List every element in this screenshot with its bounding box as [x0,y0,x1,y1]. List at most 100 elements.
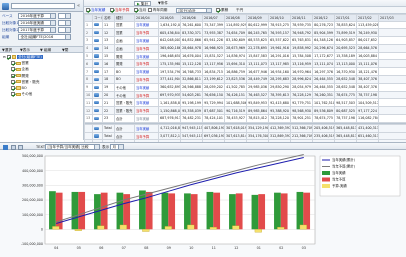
y-tick-label: 100,000,000 [22,213,43,217]
table-row[interactable]: 12 22営業・販売当年予算1,150,868,00895,358,03987,6… [84,106,406,116]
cell-value: 78,757,198 [356,90,379,100]
bar-actual [139,190,146,230]
run-button[interactable]: ▶ 集計 [134,1,152,6]
cell-value: 76,593,157 [268,28,291,38]
x-tick-label: 04 [54,246,58,250]
table-row[interactable]: 4 14 企画 当年予算 365,600,186 28,664,978 16,966,925… [84,43,406,53]
cell-value: 687,976,913 [158,114,181,123]
table-row[interactable]: 6 16 開発 当年予算 175,135,980 15,112,128 13,117,956… [84,59,406,69]
collapse-icon[interactable]: « [77,3,82,9]
table-row[interactable]: 5 15 開発 当年実績 196,468,650 16,676,004 15,831,527… [84,51,406,61]
tree-checkbox[interactable] [11,73,15,78]
table-row[interactable]: 7 17 BO 当年実績 197,534,790 16,768,733 16,834,715… [84,67,406,77]
cell-value: 16,370,930 [334,67,357,77]
bar-diff [142,229,150,232]
legend-label: 当年実績 [332,170,346,175]
cell-value: 78,915,275 [268,20,291,30]
category-dropdown[interactable]: [区分]合計 [176,7,212,14]
row-number: 2 [84,28,93,38]
cell-name: 合計 [114,114,135,123]
cell-value: 205,406,519 [312,123,335,133]
table-row[interactable]: 3 13 企画 当年実績 642,048,001 64,852,866 65,941,226… [84,36,406,45]
cell-value: 15,694,310 [224,59,247,69]
folder-icon [94,134,99,138]
bar-budget [78,191,86,230]
filter-dropdown-compare2[interactable]: 2017年度予算 [18,27,56,33]
bar-actual [116,192,124,230]
cell-value: 80,687,525 [334,106,357,116]
x-tick-label: 05 [77,246,81,250]
tree-checkbox[interactable] [11,61,15,66]
cell-value: 377,441,904 [158,75,181,84]
cell-name: 営業 [114,28,135,38]
folder-icon [94,126,99,130]
bar-diff [74,229,82,231]
tree-checkbox[interactable] [11,67,15,72]
chart-compare-dropdown[interactable]: [当年予算/当年実績] 比較 [45,144,100,150]
cell-value: 512,366,709 [290,123,313,133]
cell-type: 当年予算 [134,75,159,84]
bar-budget [258,194,266,230]
cell-value: 1,150,868,008 [158,106,181,116]
filter-label-base: ベース [2,14,13,18]
table-row[interactable]: 9 19 その他 当年実績 360,652,895 26,566,888 28,059,20… [84,82,406,92]
filter-dropdown-base[interactable]: 2016年度予算 [18,13,56,19]
cell-value: 20,695,523 [334,43,357,53]
tree-root-checkbox[interactable] [6,55,11,59]
cell-value: 76,228,129 [290,90,313,100]
chart-period-dropdown[interactable]: 月 [110,144,124,150]
check-cumulative[interactable]: 累積 [216,8,228,13]
check-budget[interactable]: 当年予算 [110,8,129,13]
filter-dropdown-compare2-extra[interactable] [58,27,71,33]
filter-label-compare1: 比較対象1 [2,21,19,25]
y-tick-label: 300,000,000 [22,184,43,188]
folder-icon [94,31,99,35]
cell-value: 15,831,527 [202,51,225,61]
condition-button[interactable]: ▼条件 [156,1,170,6]
folder-icon [94,54,99,58]
check-lastyear[interactable]: 昨年同期 [148,8,167,13]
bar-actual [274,192,281,230]
table-row[interactable]: 8 18 BO 当年予算 377,441,904 32,866,811 23,199,612… [84,75,406,84]
legend-label: 当年予算 [332,177,346,182]
bar-budget [168,193,176,230]
tree-checkbox[interactable] [11,79,15,84]
table-row[interactable]: 11 21営業・販売当年実績1,161,858,80095,198,19995,7… [84,98,406,108]
filter-dropdown-compare1-extra[interactable] [58,20,71,26]
chart-tool-icon[interactable] [18,144,23,150]
check-month[interactable]: 当月 [134,8,146,13]
cell-value: 76,482,231 [180,114,203,123]
tree-checkbox[interactable] [11,92,15,97]
filter-dropdown-compare1[interactable]: 2016年度実績 [18,20,56,26]
cell-value: 26,464,555 [312,75,335,84]
cell-empty [378,67,406,77]
left-header-input[interactable] [11,3,75,9]
check-actual[interactable]: 当年実績 [86,8,105,13]
table-row[interactable]: 13 23 合計 当年実績 687,976,913 76,482,231 78,424,10… [84,114,406,123]
folder-icon [94,46,99,50]
table-row[interactable]: 111営業当年実績1,634,192,01476,261,60075,347,3… [84,20,406,30]
filter-dropdown-base-extra[interactable] [58,13,71,19]
expand-icon[interactable]: ⊟ [3,55,6,59]
column-header[interactable]: コード [92,14,103,22]
cell-type: 当年予算 [134,59,159,69]
filter-dropdown-org[interactable]: 全社(組織FTE)2016 [18,34,71,40]
cell-empty [378,20,406,30]
cell-value: 78,853,624 [334,20,357,30]
y-tick-label: 0 [41,228,43,232]
bar-actual [206,191,214,230]
org-tree: ⊟ 全社(組織FTE) 営業 企画 開発 営業・販売 BO その他 [0,53,84,140]
cell-value: 605,436,844 [158,28,181,38]
table-row[interactable]: Total合計当年実績4,712,016,813947,945,115407,8… [84,123,406,133]
folder-icon [94,109,99,113]
chart-tool-icon[interactable] [11,144,16,150]
cell-value: 65,941,226 [202,36,225,45]
table-row[interactable]: 2 12 営業 当年予算 605,436,844 83,330,371 73,955,387… [84,28,406,38]
table-row[interactable]: 10 20 その他 当年予算 697,970,935 54,603,281 76,656,1… [84,90,406,100]
cell-type: 当年実績 [134,20,159,30]
cell-name: 企画 [114,43,135,53]
table-row[interactable]: Total合計当年予算3,077,812,111547,945,115697,0… [84,131,406,141]
tree-node-child[interactable]: その他 [2,91,84,97]
tree-checkbox[interactable] [11,85,15,90]
cell-value: 354,129,190 [246,123,269,133]
